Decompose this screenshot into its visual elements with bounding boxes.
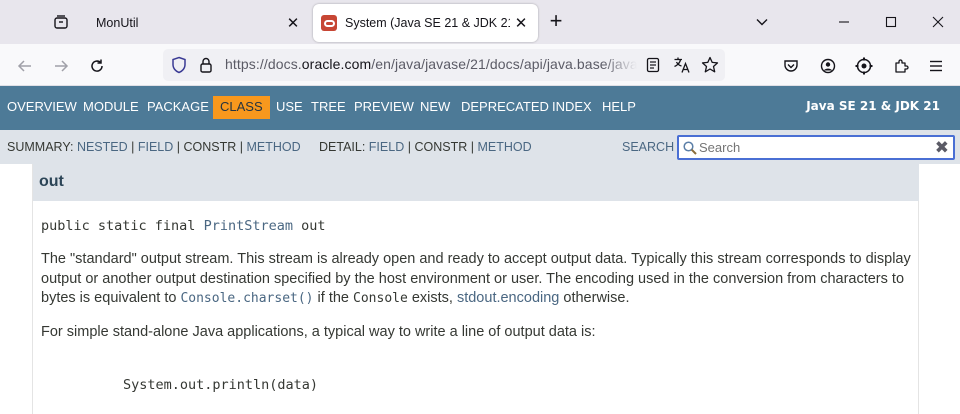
search-icon — [683, 141, 697, 155]
detail-links: DETAIL: FIELD | CONSTR | METHOD — [319, 140, 532, 154]
account-button[interactable] — [815, 53, 841, 79]
nav-index[interactable]: INDEX — [552, 98, 592, 116]
bookmark-star-icon — [701, 56, 719, 73]
site-info-button[interactable] — [199, 56, 213, 74]
close-window-button[interactable] — [925, 10, 951, 34]
pocket-button[interactable] — [778, 53, 804, 79]
usage-paragraph: For simple stand-alone Java applications… — [41, 323, 596, 340]
menu-button[interactable] — [923, 53, 949, 79]
reload-button[interactable] — [84, 53, 110, 79]
summary-nested-link[interactable]: NESTED — [77, 140, 128, 154]
shield-icon — [172, 56, 186, 74]
stdout-encoding-link[interactable]: stdout.encoding — [457, 290, 559, 306]
translate-button[interactable] — [673, 56, 691, 74]
url-text[interactable]: https://docs.oracle.com/en/java/javase/2… — [225, 56, 637, 74]
maximize-icon — [885, 16, 897, 28]
summary-links: SUMMARY: NESTED | FIELD | CONSTR | METHO… — [7, 140, 301, 154]
tab-system-javadoc[interactable]: System (Java SE 21 & JDK 21) ✕ — [313, 4, 538, 42]
tab-title: System (Java SE 21 & JDK 21) — [345, 16, 510, 30]
extensions-button[interactable] — [888, 53, 914, 79]
close-tab-icon[interactable]: ✕ — [282, 12, 304, 34]
summary-field-link[interactable]: FIELD — [138, 140, 173, 154]
javadoc-top-nav: OVERVIEW MODULE PACKAGE CLASS USE TREE P… — [0, 86, 960, 130]
search-reset-button[interactable]: ✖ — [935, 138, 949, 158]
code-example: System.out.println(data) — [123, 377, 319, 393]
tab-list-icon — [54, 15, 68, 29]
reader-view-button[interactable] — [646, 57, 660, 73]
member-signature: public static final PrintStream out — [41, 218, 326, 234]
close-window-icon — [932, 16, 944, 28]
list-all-tabs-button[interactable] — [749, 10, 775, 34]
nav-preview[interactable]: PREVIEW — [354, 98, 414, 116]
search-label: SEARCH — [622, 140, 675, 154]
account-icon — [820, 58, 836, 74]
tracking-protection-button[interactable] — [171, 56, 187, 74]
tab-title: MonUtil — [96, 16, 139, 30]
extensions-icon — [895, 59, 909, 73]
nav-new[interactable]: NEW — [420, 98, 450, 116]
minimize-button[interactable] — [831, 10, 857, 34]
reader-view-icon — [646, 57, 660, 73]
tab-list-button[interactable] — [47, 8, 75, 36]
nav-use[interactable]: USE — [276, 98, 303, 116]
printstream-type-link[interactable]: PrintStream — [204, 218, 293, 234]
nav-overview[interactable]: OVERVIEW — [7, 98, 77, 116]
console-charset-link[interactable]: Console.charset() — [180, 290, 313, 306]
detail-constr-text: CONSTR — [414, 140, 468, 154]
back-icon — [17, 60, 31, 72]
minimize-icon — [839, 21, 849, 23]
sync-icon — [855, 57, 873, 75]
summary-method-link[interactable]: METHOD — [247, 140, 301, 154]
url-bar[interactable]: https://docs.oracle.com/en/java/javase/2… — [163, 49, 725, 81]
bookmark-button[interactable] — [701, 56, 719, 74]
maximize-button[interactable] — [878, 10, 904, 34]
lock-icon — [200, 57, 212, 73]
member-header: out — [33, 164, 919, 201]
tab-strip: MonUtil ✕ System (Java SE 21 & JDK 21) ✕… — [0, 0, 960, 44]
new-tab-button[interactable]: + — [544, 10, 568, 34]
member-name-heading: out — [39, 173, 64, 190]
reload-icon — [91, 59, 103, 72]
back-button[interactable] — [12, 53, 38, 79]
nav-deprecated[interactable]: DEPRECATED — [461, 98, 549, 116]
detail-field-link[interactable]: FIELD — [369, 140, 404, 154]
nav-help[interactable]: HELP — [602, 98, 636, 116]
detail-method-link[interactable]: METHOD — [477, 140, 531, 154]
navigation-toolbar: https://docs.oracle.com/en/java/javase/2… — [0, 44, 960, 86]
description-paragraph: The "standard" output stream. This strea… — [41, 251, 911, 306]
java-version-label: Java SE 21 & JDK 21 — [806, 99, 940, 113]
menu-icon — [930, 60, 942, 72]
nav-class-current: CLASS — [213, 96, 270, 119]
search-box: ✖ — [677, 135, 955, 160]
forward-icon — [55, 60, 69, 72]
url-fade — [603, 55, 637, 75]
nav-module[interactable]: MODULE — [83, 98, 139, 116]
close-tab-icon[interactable]: ✕ — [510, 12, 532, 34]
sync-button[interactable] — [851, 53, 877, 79]
field-detail-section: out public static final PrintStream out … — [32, 164, 919, 414]
member-description: The "standard" output stream. This strea… — [41, 250, 913, 356]
nav-tree[interactable]: TREE — [311, 98, 346, 116]
chevron-down-icon — [756, 19, 768, 26]
translate-icon — [674, 57, 690, 73]
search-input[interactable] — [699, 138, 929, 157]
summary-constr-text: CONSTR — [183, 140, 237, 154]
tab-monutil[interactable]: MonUtil ✕ — [84, 4, 310, 42]
forward-button[interactable] — [48, 53, 74, 79]
pocket-icon — [784, 60, 798, 72]
oracle-favicon-icon — [321, 15, 337, 31]
nav-package[interactable]: PACKAGE — [147, 98, 209, 116]
